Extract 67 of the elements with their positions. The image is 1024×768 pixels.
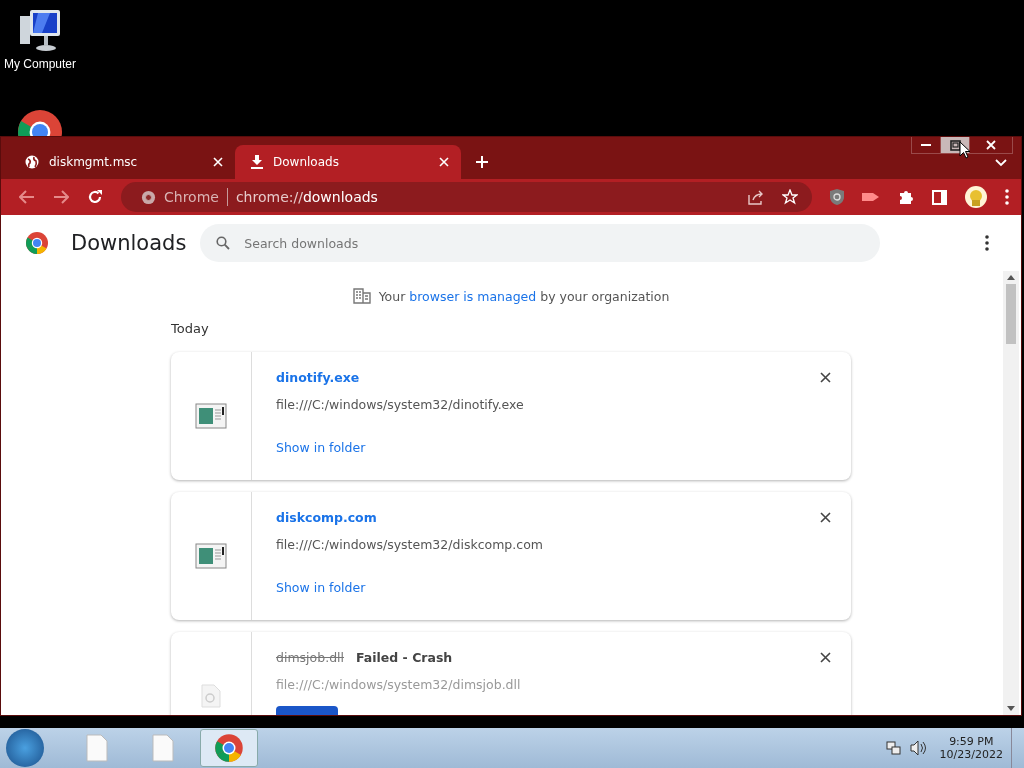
taskbar-button[interactable]	[200, 729, 258, 767]
url-text: chrome://downloads	[235, 189, 378, 205]
back-icon[interactable]	[19, 190, 35, 204]
close-icon	[986, 140, 996, 150]
browser-tab[interactable]: diskmgmt.msc	[9, 145, 235, 179]
file-path: file:///C:/windows/system32/diskcomp.com	[276, 537, 544, 552]
file-link[interactable]: diskcomp.com	[276, 510, 377, 525]
new-tab-icon[interactable]	[475, 155, 489, 169]
building-icon	[352, 288, 371, 304]
address-bar[interactable]: Chrome chrome://downloads	[121, 182, 812, 212]
globe-icon	[25, 155, 39, 169]
app-window-icon	[195, 543, 227, 569]
chrome-icon	[141, 189, 156, 205]
close-icon[interactable]	[439, 157, 449, 167]
remove-icon[interactable]	[820, 652, 831, 663]
share-icon[interactable]	[748, 189, 764, 205]
search-field[interactable]: Search downloads	[200, 224, 881, 262]
file-name: dimsjob.dll	[276, 650, 344, 665]
clock-date: 10/23/2022	[939, 748, 1003, 761]
shield-icon[interactable]	[830, 189, 844, 205]
forward-icon[interactable]	[53, 190, 69, 204]
chrome-icon	[214, 733, 244, 763]
side-panel-icon[interactable]	[932, 189, 947, 205]
restore-icon	[949, 139, 961, 151]
chevron-down-icon[interactable]	[995, 159, 1007, 167]
scroll-thumb[interactable]	[1006, 284, 1016, 344]
chrome-logo-icon	[25, 231, 49, 255]
minimize-icon	[921, 143, 931, 147]
puzzle-icon[interactable]	[898, 189, 914, 205]
speaker-icon[interactable]	[909, 740, 926, 756]
browser-tab[interactable]: Downloads	[235, 145, 461, 179]
status-text: Failed - Crash	[356, 650, 453, 665]
search-icon	[216, 236, 231, 250]
remove-icon[interactable]	[820, 372, 831, 383]
scrollbar[interactable]	[1003, 271, 1019, 715]
icon-label: My Computer	[4, 57, 76, 71]
cursor-icon	[959, 141, 971, 159]
menu-icon[interactable]	[1005, 189, 1009, 205]
reload-icon[interactable]	[87, 189, 103, 205]
document-icon	[85, 734, 109, 762]
star-icon[interactable]	[782, 189, 798, 205]
file-link[interactable]: dinotify.exe	[276, 370, 360, 385]
page-title: Downloads	[71, 231, 187, 255]
close-icon[interactable]	[213, 157, 223, 167]
more-icon[interactable]	[985, 235, 989, 251]
file-path: file:///C:/windows/system32/dimsjob.dll	[276, 677, 522, 692]
scroll-down-icon[interactable]	[1007, 706, 1015, 711]
document-icon	[151, 734, 175, 762]
file-path: file:///C:/windows/system32/dinotify.exe	[276, 397, 525, 412]
show-in-folder-link[interactable]: Show in folder	[276, 580, 366, 595]
arrow-tag-icon[interactable]	[862, 191, 880, 203]
clock-time: 9:59 PM	[949, 735, 994, 748]
section-heading: Today	[171, 321, 210, 336]
file-icon	[200, 684, 222, 708]
managed-notice: Your browser is managed by your organization	[378, 288, 670, 304]
scroll-up-icon[interactable]	[1007, 275, 1015, 280]
remove-icon[interactable]	[820, 512, 831, 523]
download-icon	[251, 155, 263, 169]
app-window-icon	[195, 403, 227, 429]
tab-title: diskmgmt.msc	[49, 155, 139, 169]
network-icon[interactable]	[885, 740, 902, 756]
page-origin: Chrome	[164, 189, 219, 205]
show-in-folder-link[interactable]: Show in folder	[276, 440, 366, 455]
tab-title: Downloads	[273, 155, 340, 169]
avatar-icon[interactable]	[965, 186, 987, 208]
start-button[interactable]	[6, 729, 44, 767]
managed-link[interactable]: browser is managed	[409, 288, 537, 304]
